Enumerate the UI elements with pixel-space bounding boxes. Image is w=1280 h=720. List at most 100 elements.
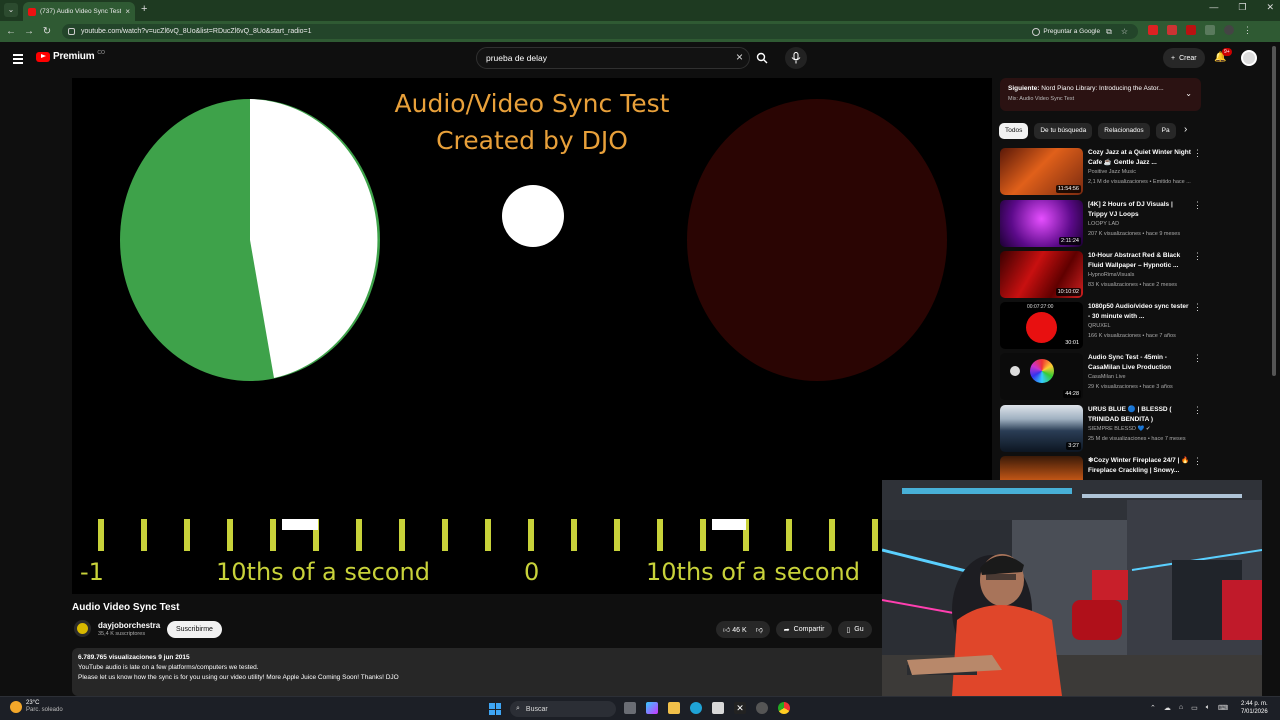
scale-label-tenths-left: 10ths of a second (216, 558, 430, 586)
youtube-premium-logo[interactable]: Premium CO (36, 49, 105, 62)
recommendation-item[interactable]: 10:10:02 10-Hour Abstract Red & Black Fl… (1000, 251, 1202, 299)
chip-related[interactable]: Relacionados (1098, 123, 1150, 139)
subscribe-button[interactable]: Suscribirme (167, 621, 222, 638)
language-icon[interactable]: ⌨ (1218, 704, 1228, 712)
more-options-icon[interactable]: ⋮ (1193, 405, 1202, 416)
recommendation-item[interactable]: 3:27 URUS BLUE 🔵 | BLESSD ( TRINIDAD BEN… (1000, 405, 1202, 453)
more-options-icon[interactable]: ⋮ (1193, 456, 1202, 467)
create-button[interactable]: + Crear (1163, 48, 1205, 68)
more-options-icon[interactable]: ⋮ (1193, 251, 1202, 262)
extension-abp-icon[interactable] (1167, 25, 1177, 35)
chrome-icon[interactable] (778, 702, 790, 714)
weather-widget[interactable]: 23°C Parc. soleado (10, 700, 63, 714)
channel-name[interactable]: dayjoborchestra (98, 621, 160, 630)
thumbs-down-icon: 👎︎ (755, 627, 763, 634)
install-icon[interactable]: ⧉ (1106, 27, 1112, 37)
extension-red-icon[interactable] (1148, 25, 1158, 35)
ask-google-button[interactable]: Preguntar a Google (1032, 27, 1106, 36)
youtube-play-icon (36, 51, 50, 62)
network-icon[interactable]: ⌂ (1179, 704, 1183, 712)
thumbnail[interactable]: 10:10:02 (1000, 251, 1083, 298)
search-input[interactable]: prueba de delay × (476, 47, 750, 69)
address-bar[interactable]: youtube.com/watch?v=ucZl6vQ_8Uo&list=RDu… (62, 24, 1138, 39)
more-options-icon[interactable]: ⋮ (1193, 353, 1202, 364)
video-player[interactable]: Audio/Video Sync Test Created by DJO -1 … (72, 78, 992, 594)
flash-dot (502, 185, 564, 247)
profile-icon[interactable] (1224, 25, 1234, 35)
like-button[interactable]: 👍︎ 46 K (723, 625, 747, 634)
clear-search-icon[interactable]: × (736, 50, 743, 64)
more-options-icon[interactable]: ⋮ (1193, 200, 1202, 211)
tab-search-icon[interactable]: ⌄ (4, 3, 18, 17)
notifications-button[interactable]: 🔔 9+ (1214, 48, 1232, 63)
channel-avatar[interactable] (74, 620, 91, 637)
test-pattern-circle (1030, 359, 1054, 383)
onedrive-icon[interactable]: ☁ (1164, 704, 1171, 712)
file-explorer-icon[interactable] (668, 702, 680, 714)
chip-more[interactable]: Pa (1155, 123, 1176, 139)
video-title-line1: Audio/Video Sync Test (394, 89, 670, 118)
thumbnail[interactable]: 11:54:56 (1000, 148, 1083, 195)
site-info-icon[interactable] (68, 28, 75, 35)
menu-icon[interactable] (13, 54, 23, 66)
edge-icon[interactable] (690, 702, 702, 714)
store-icon[interactable] (712, 702, 724, 714)
chevron-down-icon[interactable]: ⌄ (1185, 89, 1192, 98)
clock-time: 2:44 p. m. (1241, 701, 1268, 707)
task-view-icon[interactable] (624, 702, 636, 714)
description-box[interactable]: 6.789.765 visualizaciones 9 jun 2015 You… (72, 648, 982, 696)
minimize-icon[interactable]: — (1209, 2, 1218, 13)
share-icon: ➦ (783, 626, 790, 634)
capcut-icon[interactable]: ✕ (734, 702, 746, 714)
close-tab-icon[interactable]: × (125, 7, 130, 16)
logo-country: CO (97, 49, 105, 56)
more-options-icon[interactable]: ⋮ (1193, 148, 1202, 159)
more-options-icon[interactable]: ⋮ (1193, 302, 1202, 313)
save-button[interactable]: ▯ Gu (838, 621, 872, 638)
forward-icon[interactable]: → (20, 26, 38, 37)
back-icon[interactable]: ← (2, 26, 20, 37)
up-next-panel[interactable]: Siguiente: Nord Piano Library: Introduci… (1000, 78, 1201, 111)
recommendation-item[interactable]: 11:54:56 Cozy Jazz at a Quiet Winter Nig… (1000, 148, 1202, 196)
extension-youtube-icon[interactable] (1186, 25, 1196, 35)
voice-search-button[interactable] (785, 47, 807, 69)
share-button[interactable]: ➦ Compartir (775, 621, 833, 638)
rec-title: 10-Hour Abstract Red & Black Fluid Wallp… (1088, 252, 1181, 269)
tray-chevron-icon[interactable]: ⌃ (1150, 704, 1156, 712)
recommendation-item[interactable]: 2:11:24 [4K] 2 Hours of DJ Visuals | Tri… (1000, 200, 1202, 248)
chevron-right-icon[interactable]: › (1184, 124, 1187, 135)
logo-text: Premium (53, 51, 95, 62)
obs-icon[interactable] (756, 702, 768, 714)
windows-start-icon[interactable] (489, 703, 501, 715)
volume-icon[interactable]: 🔈︎ (1206, 704, 1210, 712)
page-scrollbar[interactable] (1272, 46, 1276, 376)
recommendation-item[interactable]: 44:28 Audio Sync Test - 45min - CasaMila… (1000, 353, 1202, 401)
dislike-button[interactable]: 👎︎ (756, 625, 763, 634)
plus-icon: + (1171, 54, 1176, 62)
account-avatar[interactable] (1241, 50, 1257, 66)
search-button[interactable] (750, 47, 774, 69)
bookmark-star-icon[interactable]: ☆ (1121, 27, 1128, 37)
copilot-icon[interactable] (646, 702, 658, 714)
system-clock[interactable]: 2:44 p. m. 7/01/2026 (1241, 700, 1268, 716)
video-title-line2: Created by DJO (436, 126, 628, 155)
browser-menu-icon[interactable]: ⋮ (1243, 25, 1253, 35)
chip-all[interactable]: Todos (999, 123, 1029, 139)
rec-channel: HypnoRimaVisuals (1088, 272, 1135, 278)
scale-tick (872, 519, 878, 551)
thumbnail[interactable]: 2:11:24 (1000, 200, 1083, 247)
restore-icon[interactable]: ❐ (1238, 2, 1246, 13)
taskbar-search-input[interactable]: ⌕ Buscar (510, 701, 616, 717)
sync-pie-white-top (250, 99, 373, 248)
browser-tab[interactable]: (737) Audio Video Sync Test - Y × (23, 2, 135, 21)
reload-icon[interactable]: ↻ (38, 26, 56, 37)
battery-icon[interactable]: ▭ (1191, 704, 1198, 712)
thumbnail[interactable]: 44:28 (1000, 353, 1083, 400)
thumbnail[interactable]: 00:07:27:00 30:01 (1000, 302, 1083, 349)
extensions-puzzle-icon[interactable] (1205, 25, 1215, 35)
chip-from-search[interactable]: De tu búsqueda (1034, 123, 1093, 139)
close-window-icon[interactable]: ✕ (1266, 2, 1274, 13)
new-tab-icon[interactable]: + (141, 3, 147, 15)
recommendation-item[interactable]: 00:07:27:00 30:01 1080p50 Audio/video sy… (1000, 302, 1202, 350)
thumbnail[interactable]: 3:27 (1000, 405, 1083, 452)
